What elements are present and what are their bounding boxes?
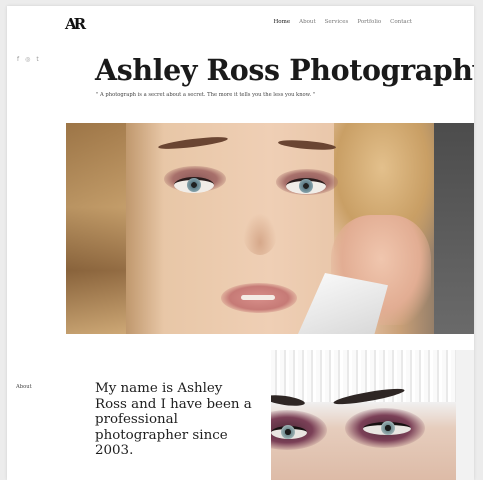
about-label: About <box>16 384 32 390</box>
nav-item-services[interactable]: Services <box>325 18 349 26</box>
hero-slider[interactable] <box>66 123 474 334</box>
about-heading: My name is Ashley Ross and I have been a… <box>95 381 252 458</box>
chevron-left-icon[interactable]: ‹ <box>69 110 79 124</box>
tumblr-icon[interactable]: t <box>36 56 38 64</box>
chevron-right-icon[interactable]: › <box>464 110 474 124</box>
nav-item-home[interactable]: Home <box>274 18 291 26</box>
instagram-icon[interactable]: ◎ <box>25 56 30 64</box>
nav-item-about[interactable]: About <box>299 18 316 26</box>
about-image <box>271 350 474 480</box>
tagline: " A photograph is a secret about a secre… <box>96 92 316 98</box>
main-nav: Home About Services Portfolio Contact <box>274 18 412 26</box>
facebook-icon[interactable]: f <box>17 56 19 64</box>
hero-image <box>66 123 126 334</box>
page-title: Ashley Ross Photography <box>95 53 474 87</box>
nav-item-portfolio[interactable]: Portfolio <box>357 18 381 26</box>
nav-item-contact[interactable]: Contact <box>390 18 412 26</box>
page: AR Home About Services Portfolio Contact… <box>7 6 474 480</box>
social-links: f ◎ t <box>17 56 39 64</box>
logo[interactable]: AR <box>65 14 91 34</box>
